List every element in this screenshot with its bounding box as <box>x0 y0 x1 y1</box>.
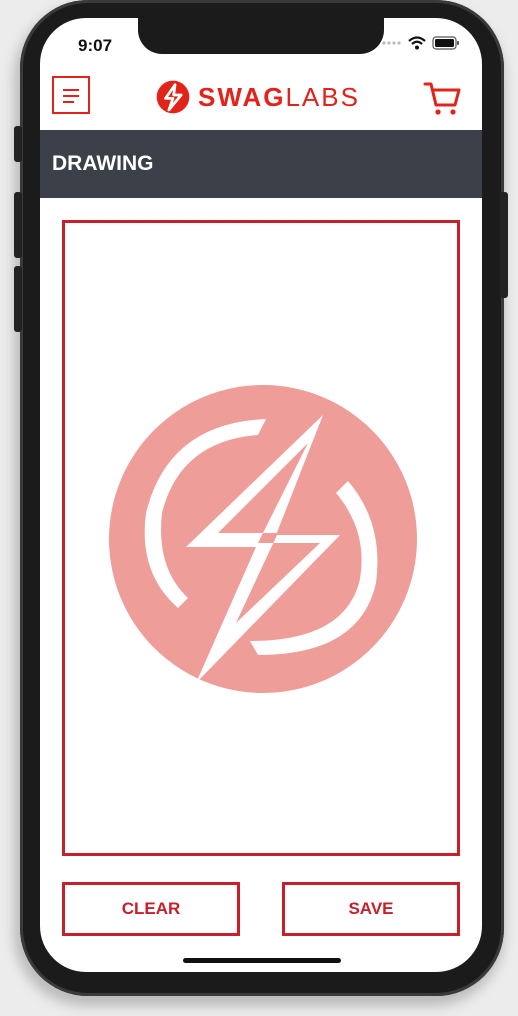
volume-up-button <box>14 192 22 258</box>
menu-button[interactable] <box>52 76 90 114</box>
logo-text-light: LABS <box>285 81 360 112</box>
swag-labs-logo-icon <box>156 80 190 114</box>
swag-labs-logo-icon <box>109 385 417 693</box>
hamburger-icon-line <box>63 95 79 97</box>
status-time: 9:07 <box>78 36 113 55</box>
page-title: DRAWING <box>52 152 154 175</box>
hamburger-icon-line <box>63 101 74 103</box>
wifi-icon <box>408 36 426 50</box>
cart-button[interactable] <box>422 78 462 123</box>
swag-labs-logo: SWAGLABS <box>156 80 360 114</box>
mute-switch <box>14 126 22 162</box>
cellular-signal-icon <box>382 41 401 45</box>
cart-icon <box>423 82 461 115</box>
volume-down-button <box>14 266 22 332</box>
status-icons <box>382 36 460 50</box>
home-indicator[interactable] <box>183 958 341 963</box>
drawing-canvas[interactable] <box>62 220 460 856</box>
app-header: SWAGLABS <box>40 70 482 130</box>
power-button <box>500 192 508 298</box>
page-title-bar: DRAWING <box>40 130 482 198</box>
logo-text: SWAGLABS <box>198 82 360 113</box>
battery-icon <box>432 36 459 50</box>
save-button[interactable]: SAVE <box>282 882 460 936</box>
clear-button[interactable]: CLEAR <box>62 882 240 936</box>
notch <box>138 18 384 54</box>
hamburger-icon <box>63 89 79 91</box>
logo-text-bold: SWAG <box>198 81 286 112</box>
